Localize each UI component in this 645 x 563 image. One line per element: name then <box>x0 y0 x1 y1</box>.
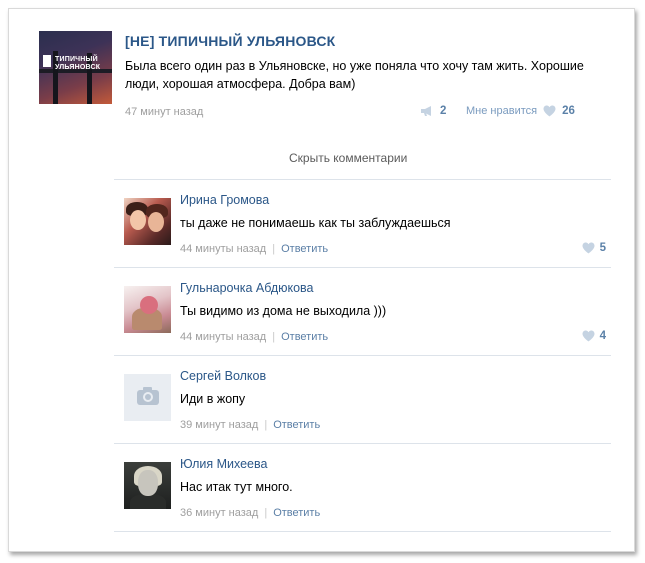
community-name-link[interactable]: [НЕ] ТИПИЧНЫЙ УЛЬЯНОВСК <box>125 33 335 49</box>
comment-meta: 44 минуты назад | Ответить <box>180 243 328 255</box>
comment-like-button[interactable]: 4 <box>582 330 606 342</box>
comment-time-link[interactable]: 36 минут назад <box>180 507 258 519</box>
meta-separator: | <box>264 507 268 519</box>
share-button[interactable]: 2 <box>420 105 446 117</box>
comment-meta: 44 минуты назад | Ответить <box>180 331 328 343</box>
commenter-avatar[interactable] <box>124 374 171 421</box>
avatar-face <box>148 212 164 232</box>
like-label: Мне нравится <box>466 105 538 117</box>
comment-time-link[interactable]: 39 минут назад <box>180 419 258 431</box>
avatar-face <box>140 296 158 314</box>
comment-time-link[interactable]: 44 минуты назад <box>180 331 266 343</box>
reply-link[interactable]: Ответить <box>281 243 328 255</box>
comment-text: Нас итак тут много. <box>180 480 293 494</box>
comment-like-count: 4 <box>599 330 606 342</box>
avatar-logo-text: ТИПИЧНЫЙ УЛЬЯНОВСК <box>55 56 101 71</box>
meta-separator: | <box>272 243 276 255</box>
reply-link[interactable]: Ответить <box>281 331 328 343</box>
community-avatar[interactable]: ТИПИЧНЫЙ УЛЬЯНОВСК <box>39 31 112 104</box>
comment-item: Юлия Михеева Нас итак тут много. 36 мину… <box>114 444 611 532</box>
post-text: Была всего один раз в Ульяновске, но уже… <box>125 59 584 91</box>
reply-link[interactable]: Ответить <box>273 419 320 431</box>
comments-list: Ирина Громова ты даже не понимаешь как т… <box>114 179 611 532</box>
share-count: 2 <box>440 105 447 117</box>
post-time-link[interactable]: 47 минут назад <box>125 106 203 118</box>
meta-separator: | <box>272 331 276 343</box>
comment-text: Ты видимо из дома не выходила ))) <box>180 304 387 318</box>
heart-icon <box>543 105 556 117</box>
comment-item: Ирина Громова ты даже не понимаешь как т… <box>114 180 611 268</box>
comment-author-link[interactable]: Гульнарочка Абдюкова <box>180 281 314 295</box>
comment-like-button[interactable]: 5 <box>582 242 606 254</box>
post-card: ТИПИЧНЫЙ УЛЬЯНОВСК [НЕ] ТИПИЧНЫЙ УЛЬЯНОВ… <box>8 8 635 552</box>
comment-meta: 36 минут назад | Ответить <box>180 507 320 519</box>
comment-text: ты даже не понимаешь как ты заблуждаешьс… <box>180 216 451 230</box>
comment-author-link[interactable]: Сергей Волков <box>180 369 266 383</box>
avatar-face <box>130 210 146 230</box>
comment-author-link[interactable]: Ирина Громова <box>180 193 269 207</box>
comment-time-link[interactable]: 44 минуты назад <box>180 243 266 255</box>
commenter-avatar[interactable] <box>124 198 171 245</box>
heart-icon <box>582 242 595 254</box>
camera-lens-inner <box>145 394 151 400</box>
hide-comments-link[interactable]: Скрыть комментарии <box>289 151 407 165</box>
megaphone-icon <box>421 106 431 116</box>
reply-link[interactable]: Ответить <box>273 507 320 519</box>
avatar-logo-mark <box>43 55 51 67</box>
comment-like-count: 5 <box>599 242 606 254</box>
comment-author-link[interactable]: Юлия Михеева <box>180 457 267 471</box>
avatar-body <box>130 494 166 509</box>
like-button[interactable]: Мне нравится 26 <box>466 105 575 117</box>
like-count: 26 <box>562 105 575 117</box>
commenter-avatar[interactable] <box>124 286 171 333</box>
comment-meta: 39 минут назад | Ответить <box>180 419 320 431</box>
comment-item: Гульнарочка Абдюкова Ты видимо из дома н… <box>114 268 611 356</box>
comment-item: Сергей Волков Иди в жопу 39 минут назад … <box>114 356 611 444</box>
avatar-face <box>138 470 158 496</box>
heart-icon <box>582 330 595 342</box>
meta-separator: | <box>264 419 268 431</box>
comment-text: Иди в жопу <box>180 392 246 406</box>
commenter-avatar[interactable] <box>124 462 171 509</box>
